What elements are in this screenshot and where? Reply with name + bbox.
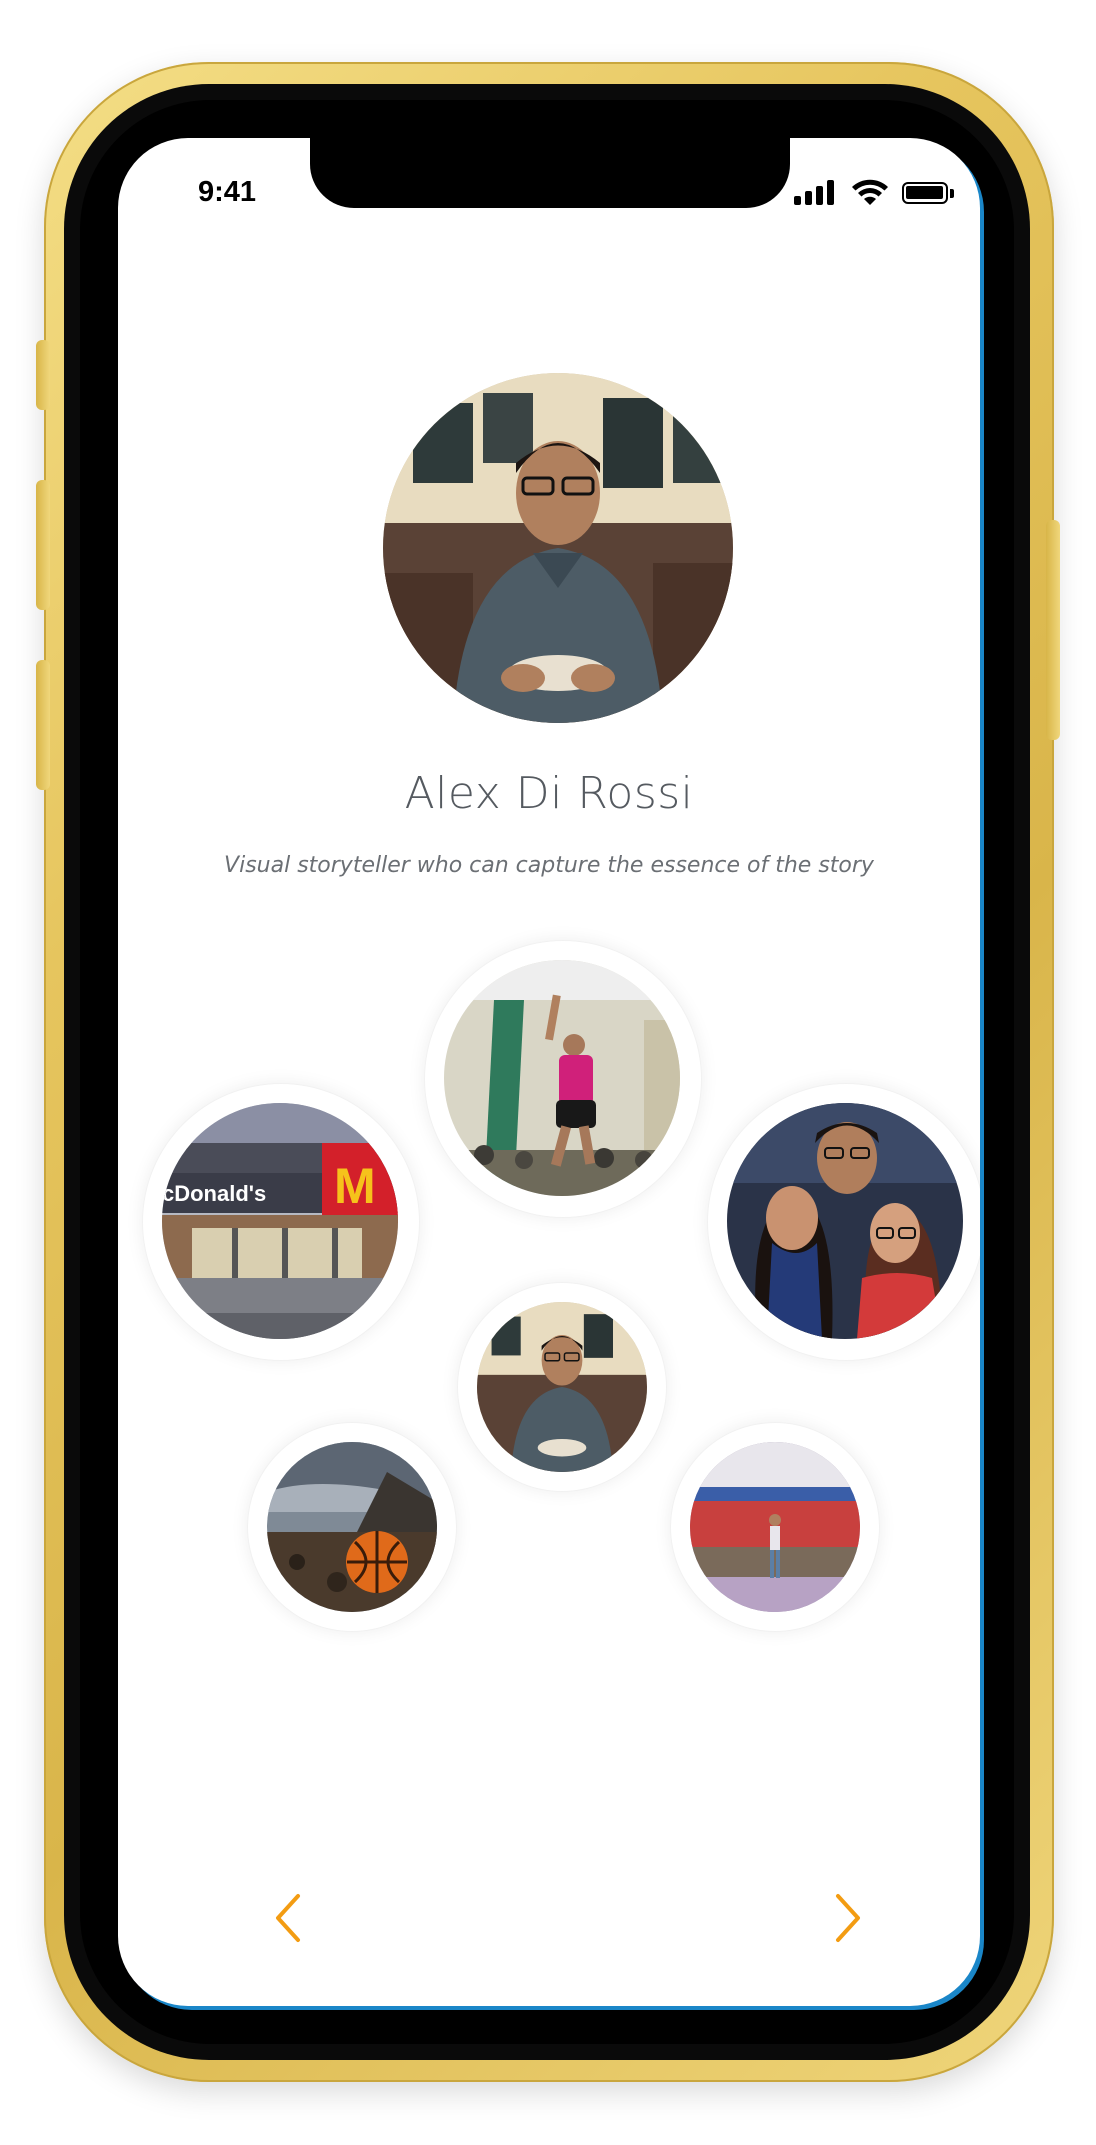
court-wall-photo-icon	[690, 1442, 860, 1612]
volume-down-button	[36, 660, 50, 790]
court-wall-photo[interactable]	[690, 1442, 860, 1612]
basketball-dunk-photo-icon	[444, 960, 680, 1196]
svg-text:M: M	[334, 1158, 376, 1214]
profile-tagline: Visual storyteller who can capture the e…	[224, 853, 874, 878]
signal-bar	[794, 196, 801, 205]
basketball-sunset-photo[interactable]	[267, 1442, 437, 1612]
basketball-dunk-photo[interactable]	[444, 960, 680, 1196]
profile-photo-icon	[383, 373, 733, 723]
silent-switch	[36, 340, 50, 410]
signal-bar	[827, 180, 834, 205]
power-button	[1046, 520, 1060, 740]
canvas: 9:41 Alex Di Rossi Visual storyteller wh…	[0, 0, 1096, 2145]
profile-avatar[interactable]	[383, 373, 733, 723]
status-icons	[794, 178, 954, 208]
notch	[310, 138, 790, 208]
profile-name: Alex Di Rossi	[404, 768, 694, 819]
battery-cap	[950, 189, 954, 198]
friends-selfie-photo-icon	[727, 1103, 963, 1339]
profile-thumbnail-photo-icon	[477, 1302, 647, 1472]
basketball-sunset-photo-icon	[267, 1442, 437, 1612]
profile-thumbnail-photo[interactable]	[477, 1302, 647, 1472]
volume-up-button	[36, 480, 50, 610]
restaurant-storefront-photo[interactable]: M cDonald's	[162, 1103, 398, 1339]
status-time: 9:41	[198, 176, 257, 208]
storefront-sign-text: cDonald's	[162, 1181, 266, 1206]
restaurant-storefront-photo-icon: M cDonald's	[162, 1103, 398, 1339]
chevron-left-icon[interactable]	[268, 1890, 308, 1946]
battery-fill	[906, 186, 943, 199]
friends-selfie-photo[interactable]	[727, 1103, 963, 1339]
signal-bar	[805, 191, 812, 205]
battery-icon	[902, 182, 948, 204]
phone-screen: 9:41 Alex Di Rossi Visual storyteller wh…	[118, 138, 980, 2006]
chevron-right-icon[interactable]	[828, 1890, 868, 1946]
signal-bar	[816, 186, 823, 205]
wifi-icon	[852, 179, 888, 205]
